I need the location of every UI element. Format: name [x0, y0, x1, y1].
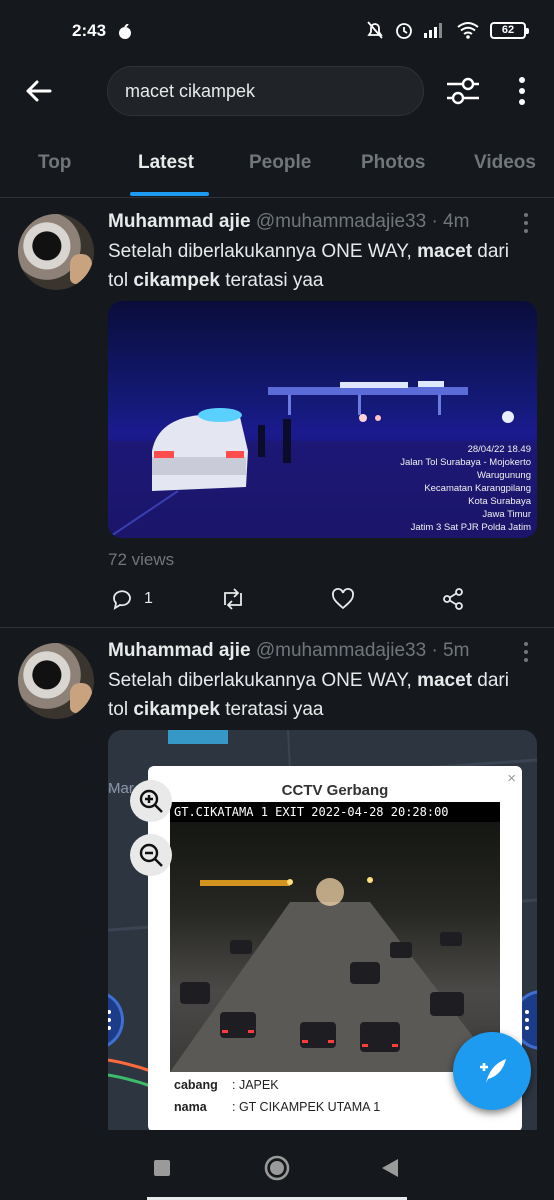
status-bar: 2:43 62	[0, 0, 554, 62]
cctv-frame: GT.CIKATAMA 1 EXIT 2022-04-28 20:28:00	[170, 802, 500, 1072]
status-time: 2:43	[72, 21, 107, 40]
recents-icon[interactable]	[153, 1159, 171, 1177]
reply-button[interactable]: 1	[110, 587, 153, 611]
tweet-actions: 1	[108, 587, 537, 613]
active-tab-indicator	[130, 192, 209, 196]
share-button[interactable]	[441, 587, 465, 611]
author-handle[interactable]: @muhammadajie33	[256, 211, 426, 232]
reply-count: 1	[144, 590, 153, 607]
nama-row: nama : GT CIKAMPEK UTAMA 1	[174, 1100, 380, 1114]
tweet[interactable]: Muhammad ajie @muhammadajie33 · 4m Setel…	[0, 199, 554, 627]
tweet-media-photo[interactable]: 28/04/22 18.49 Jalan Tol Surabaya - Mojo…	[108, 301, 537, 538]
reply-icon	[113, 590, 131, 610]
search-input[interactable]: macet cikampek	[107, 66, 424, 116]
alarm-icon	[396, 23, 412, 39]
battery-indicator: 62	[490, 21, 529, 39]
nama-value: : GT CIKAMPEK UTAMA 1	[232, 1100, 381, 1114]
tweet-time: · 5m	[431, 640, 470, 661]
tab-photos[interactable]: Photos	[361, 152, 425, 174]
author-name[interactable]: Muhammad ajie	[108, 640, 251, 661]
zoom-in-icon	[139, 789, 163, 813]
battery-level: 62	[501, 24, 515, 36]
cabang-row: cabang : JAPEK	[174, 1078, 279, 1092]
app-notification-icon	[119, 24, 131, 39]
wifi-icon	[457, 22, 479, 39]
search-tabs: Top Latest People Photos Videos	[0, 136, 554, 198]
avatar[interactable]	[18, 643, 94, 719]
search-query: macet cikampek	[125, 80, 256, 101]
retweet-button[interactable]	[220, 587, 246, 611]
tweet-more-icon[interactable]	[520, 212, 532, 234]
filter-icon[interactable]	[444, 74, 482, 108]
zoom-in-button[interactable]	[130, 780, 172, 822]
cctv-label: GT.CIKATAMA 1 EXIT 2022-04-28 20:28:00	[170, 802, 500, 822]
tab-people[interactable]: People	[249, 152, 311, 174]
close-icon[interactable]: ×	[507, 770, 516, 787]
retweet-icon	[224, 588, 242, 610]
share-icon	[443, 588, 463, 610]
tab-videos[interactable]: Videos	[474, 152, 536, 174]
like-icon	[332, 588, 354, 610]
cabang-value: : JAPEK	[232, 1078, 279, 1092]
author-name[interactable]: Muhammad ajie	[108, 211, 251, 232]
system-nav-bar	[0, 1134, 554, 1200]
compose-button[interactable]	[453, 1032, 531, 1110]
cabang-key: cabang	[174, 1078, 218, 1092]
more-vertical-icon[interactable]	[511, 74, 533, 108]
tweet-header: Muhammad ajie @muhammadajie33 · 4m	[108, 211, 469, 233]
status-icons: 62	[366, 20, 529, 40]
tweet-text: Setelah diberlakukannya ONE WAY, macet d…	[108, 670, 509, 720]
tab-latest[interactable]: Latest	[138, 152, 194, 174]
home-icon[interactable]	[263, 1154, 291, 1182]
highway-scene	[170, 877, 500, 1072]
nama-key: nama	[174, 1100, 207, 1114]
tweet-more-icon[interactable]	[520, 641, 532, 663]
view-count[interactable]: 72 views	[108, 550, 174, 570]
compose-icon	[480, 1059, 506, 1083]
tweet-text: Setelah diberlakukannya ONE WAY, macet d…	[108, 241, 509, 291]
back-arrow-icon[interactable]	[22, 74, 56, 108]
tweet-time: · 4m	[431, 211, 470, 232]
search-header: macet cikampek	[0, 62, 554, 120]
signal-icon	[424, 23, 442, 38]
tab-top[interactable]: Top	[38, 152, 71, 174]
tweet-header: Muhammad ajie @muhammadajie33 · 5m	[108, 640, 469, 662]
like-button[interactable]	[331, 587, 355, 611]
popup-title: CCTV Gerbang	[281, 782, 389, 799]
media-caption-overlay: 28/04/22 18.49 Jalan Tol Surabaya - Mojo…	[400, 444, 531, 533]
avatar[interactable]	[18, 214, 94, 290]
back-nav-icon[interactable]	[381, 1158, 399, 1178]
mute-bell-icon	[367, 21, 383, 39]
zoom-out-icon	[139, 843, 163, 867]
zoom-out-button[interactable]	[130, 834, 172, 876]
author-handle[interactable]: @muhammadajie33	[256, 640, 426, 661]
